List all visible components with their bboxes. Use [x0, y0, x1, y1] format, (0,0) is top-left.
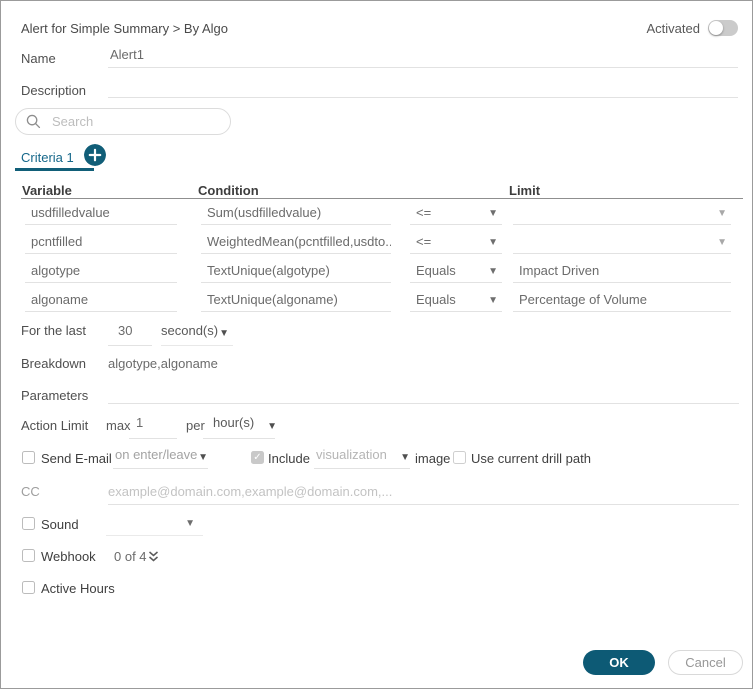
email-trigger-select[interactable]: on enter/leave▼ — [113, 447, 208, 469]
duration-input[interactable]: 30 — [108, 323, 152, 346]
condition-value: WeightedMean(pcntfilled,usdto... — [201, 232, 391, 252]
breakdown-label: Breakdown — [21, 356, 86, 371]
activated-label: Activated — [647, 21, 700, 36]
limit-value: Percentage of Volume — [513, 290, 731, 310]
condition-value: TextUnique(algoname) — [201, 290, 391, 310]
duration-value: 30 — [108, 323, 152, 338]
variable-field[interactable]: algoname — [25, 290, 177, 312]
include-label: Include — [268, 451, 310, 466]
chevron-down-icon: ▼ — [488, 208, 498, 218]
chevron-down-icon: ▼ — [400, 452, 410, 462]
condition-value: Sum(usdfilledvalue) — [201, 203, 391, 223]
alert-dialog: Alert for Simple Summary > By Algo Activ… — [0, 0, 753, 689]
per-unit-value: hour(s) — [203, 415, 275, 430]
search-input[interactable] — [50, 113, 220, 130]
condition-value: TextUnique(algotype) — [201, 261, 391, 281]
active-hours-label: Active Hours — [41, 581, 115, 596]
column-header-variable: Variable — [22, 183, 72, 198]
parameters-label: Parameters — [21, 388, 88, 403]
description-label: Description — [21, 83, 86, 98]
limit-select[interactable]: ▼ — [513, 203, 731, 225]
sound-checkbox[interactable] — [22, 517, 35, 530]
drill-path-checkbox[interactable] — [453, 451, 466, 464]
chevron-down-icon: ▼ — [185, 519, 195, 529]
search-box — [15, 108, 231, 135]
chevron-down-icon: ▼ — [267, 421, 277, 431]
ok-button[interactable]: OK — [583, 650, 655, 675]
tab-criteria-1[interactable]: Criteria 1 — [21, 150, 74, 165]
tab-active-indicator — [15, 168, 94, 171]
action-limit-label: Action Limit — [21, 418, 88, 433]
max-value: 1 — [129, 415, 177, 430]
name-field[interactable]: Alert1 — [108, 47, 738, 68]
max-label: max — [106, 418, 131, 433]
name-value: Alert1 — [108, 47, 738, 62]
chevron-down-icon: ▼ — [198, 452, 208, 462]
name-label: Name — [21, 51, 56, 66]
include-type-value: visualization — [314, 447, 410, 462]
email-trigger-value: on enter/leave — [113, 447, 208, 462]
table-header-rule — [21, 198, 743, 199]
per-label: per — [186, 418, 205, 433]
image-label: image — [415, 451, 450, 466]
activated-control: Activated — [647, 20, 738, 36]
operator-select[interactable]: <=▼ — [410, 232, 502, 254]
description-field[interactable] — [108, 78, 738, 98]
webhook-checkbox[interactable] — [22, 549, 35, 562]
page-title: Alert for Simple Summary > By Algo — [21, 21, 228, 36]
active-hours-checkbox[interactable] — [22, 581, 35, 594]
condition-field[interactable]: WeightedMean(pcntfilled,usdto... — [201, 232, 391, 254]
include-type-select[interactable]: visualization▼ — [314, 447, 410, 469]
double-chevron-down-icon[interactable] — [148, 551, 159, 563]
column-header-condition: Condition — [198, 183, 259, 198]
include-checkbox[interactable]: ✓ — [251, 451, 264, 464]
variable-value: algotype — [25, 261, 177, 281]
sound-select[interactable]: ▼ — [106, 513, 203, 536]
max-input[interactable]: 1 — [129, 415, 177, 439]
cc-input[interactable] — [108, 479, 739, 505]
webhook-count: 0 of 4 — [114, 549, 147, 564]
variable-field[interactable]: pcntfilled — [25, 232, 177, 254]
variable-value: algoname — [25, 290, 177, 310]
chevron-down-icon: ▼ — [488, 266, 498, 276]
variable-value: usdfilledvalue — [25, 203, 177, 223]
limit-value: Impact Driven — [513, 261, 731, 281]
activated-toggle[interactable] — [708, 20, 738, 36]
parameters-input[interactable] — [108, 382, 739, 404]
cancel-button[interactable]: Cancel — [668, 650, 743, 675]
variable-field[interactable]: usdfilledvalue — [25, 203, 177, 225]
variable-field[interactable]: algotype — [25, 261, 177, 283]
chevron-down-icon: ▼ — [717, 208, 727, 218]
limit-select[interactable]: ▼ — [513, 232, 731, 254]
send-email-checkbox[interactable] — [22, 451, 35, 464]
operator-select[interactable]: Equals▼ — [410, 290, 502, 312]
chevron-down-icon: ▼ — [488, 295, 498, 305]
variable-value: pcntfilled — [25, 232, 177, 252]
drill-path-label: Use current drill path — [471, 451, 591, 466]
operator-select[interactable]: Equals▼ — [410, 261, 502, 283]
chevron-down-icon: ▼ — [219, 329, 229, 339]
send-email-label: Send E-mail — [41, 451, 112, 466]
chevron-down-icon: ▼ — [717, 237, 727, 247]
duration-unit-select[interactable]: second(s)▼ — [161, 323, 233, 346]
limit-field[interactable]: Percentage of Volume — [513, 290, 731, 312]
webhook-label: Webhook — [41, 549, 96, 564]
condition-field[interactable]: Sum(usdfilledvalue) — [201, 203, 391, 225]
sound-label: Sound — [41, 517, 79, 532]
breakdown-value[interactable]: algotype,algoname — [108, 356, 218, 371]
column-header-limit: Limit — [509, 183, 540, 198]
search-icon — [26, 114, 41, 129]
condition-field[interactable]: TextUnique(algotype) — [201, 261, 391, 283]
limit-field[interactable]: Impact Driven — [513, 261, 731, 283]
per-unit-select[interactable]: hour(s)▼ — [203, 415, 275, 439]
cc-label: CC — [21, 484, 40, 499]
add-criteria-button[interactable] — [84, 144, 106, 166]
condition-field[interactable]: TextUnique(algoname) — [201, 290, 391, 312]
toggle-knob-icon — [709, 21, 723, 35]
for-the-last-label: For the last — [21, 323, 86, 338]
chevron-down-icon: ▼ — [488, 237, 498, 247]
operator-select[interactable]: <=▼ — [410, 203, 502, 225]
